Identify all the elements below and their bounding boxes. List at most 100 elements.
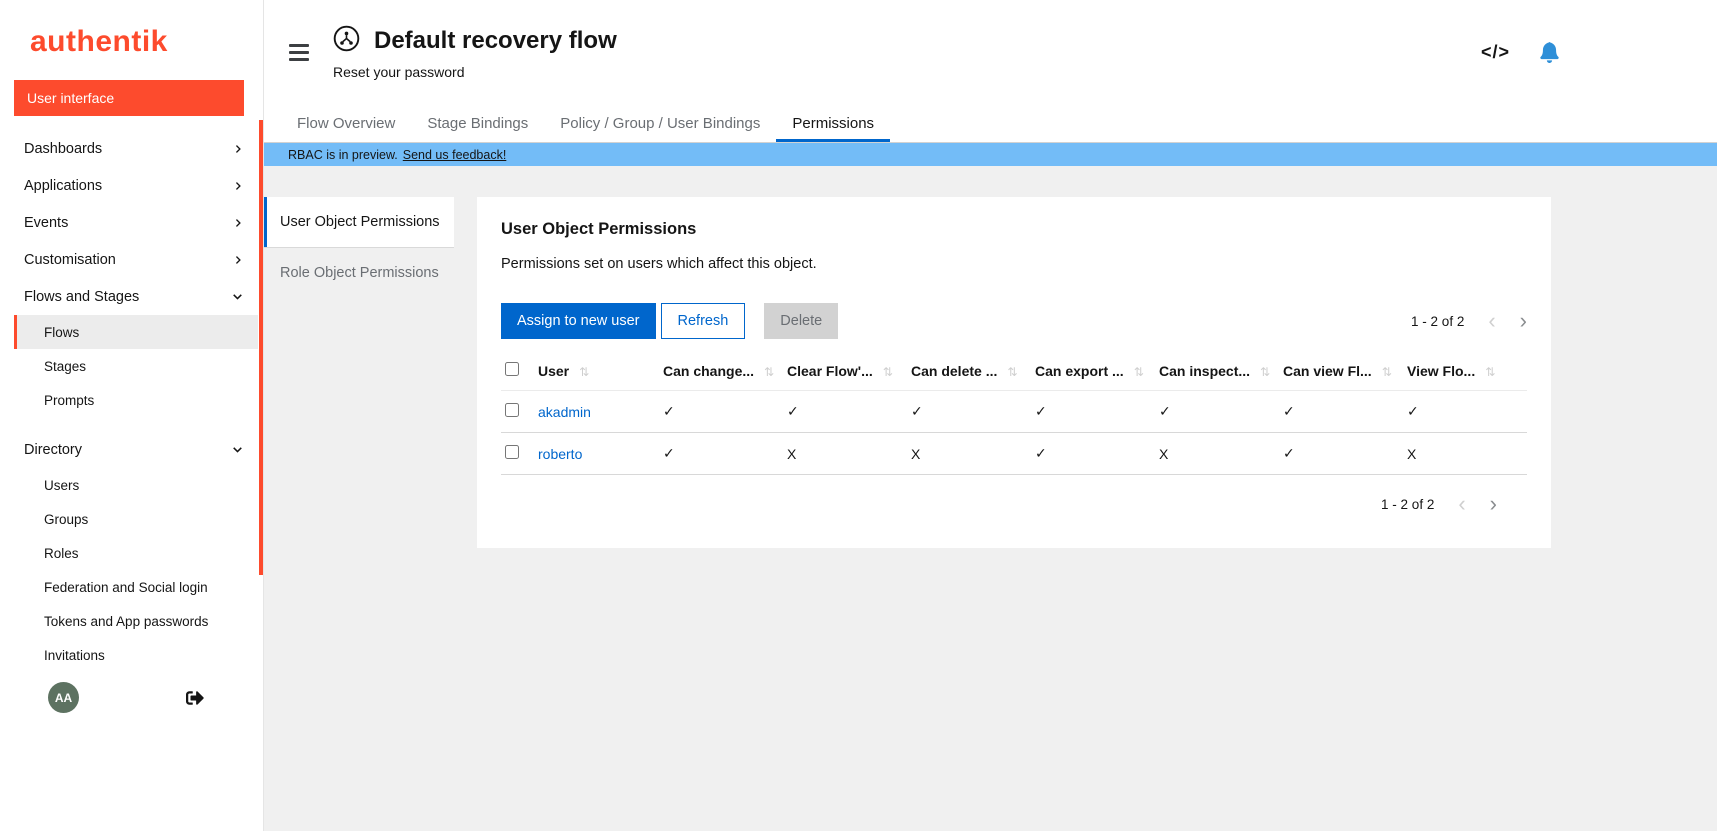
column-header-can-export[interactable]: Can export ... ⇅: [1031, 351, 1155, 391]
panel-title: User Object Permissions: [501, 220, 1527, 239]
permission-value: ✓: [783, 391, 907, 433]
refresh-button[interactable]: Refresh: [661, 303, 746, 339]
user-link[interactable]: roberto: [538, 446, 582, 462]
column-label: Can inspect...: [1159, 363, 1250, 379]
column-header-user[interactable]: User ⇅: [534, 351, 659, 391]
column-label: View Flo...: [1407, 363, 1475, 379]
menu-toggle-button[interactable]: [289, 44, 309, 61]
pagination-range: 1 - 2 of 2: [1411, 314, 1464, 329]
notifications-bell-icon[interactable]: [1540, 42, 1559, 63]
feedback-link[interactable]: Send us feedback!: [403, 148, 507, 162]
sidebar-item-tokens-app-passwords[interactable]: Tokens and App passwords: [14, 604, 258, 638]
column-header-can-change[interactable]: Can change...⇅: [659, 351, 783, 391]
sort-icon[interactable]: ⇅: [1134, 365, 1144, 379]
sidebar-scrollbar[interactable]: [259, 120, 263, 575]
column-label: Can export ...: [1035, 363, 1124, 379]
sidebar-item-roles[interactable]: Roles: [14, 536, 258, 570]
permission-value: ✓: [907, 391, 1031, 433]
user-interface-button[interactable]: User interface: [14, 80, 244, 116]
permissions-table: User ⇅ Can change...⇅ Clear Flow'...⇅ Can…: [501, 351, 1527, 475]
tab-permissions[interactable]: Permissions: [776, 104, 890, 142]
user-link[interactable]: akadmin: [538, 404, 591, 420]
panel-description: Permissions set on users which affect th…: [501, 256, 1527, 272]
permission-value: ✓: [659, 433, 783, 475]
sidebar-item-invitations[interactable]: Invitations: [14, 638, 258, 672]
permission-value: ✓: [1279, 391, 1403, 433]
pagination-next-icon[interactable]: ›: [1520, 310, 1527, 332]
tab-stage-bindings[interactable]: Stage Bindings: [411, 104, 544, 142]
column-header-can-delete[interactable]: Can delete ... ⇅: [907, 351, 1031, 391]
avatar[interactable]: AA: [48, 682, 79, 713]
delete-button[interactable]: Delete: [764, 303, 838, 339]
sort-icon[interactable]: ⇅: [579, 365, 589, 379]
chevron-right-icon: [233, 144, 243, 154]
sort-icon[interactable]: ⇅: [1260, 365, 1270, 379]
pagination-prev-icon[interactable]: ‹: [1458, 493, 1465, 515]
row-checkbox[interactable]: [505, 445, 519, 459]
directory-children: Users Groups Roles Federation and Social…: [0, 468, 263, 672]
permission-value: X: [783, 433, 907, 475]
column-label: Can view Fl...: [1283, 363, 1372, 379]
permission-value: ✓: [1279, 433, 1403, 475]
rbac-preview-banner: RBAC is in preview. Send us feedback!: [264, 143, 1717, 166]
column-header-view-flow[interactable]: View Flo... ⇅: [1403, 351, 1527, 391]
pagination-next-icon[interactable]: ›: [1490, 493, 1497, 515]
sort-icon[interactable]: ⇅: [1485, 365, 1495, 379]
column-header-clear-flow[interactable]: Clear Flow'...⇅: [783, 351, 907, 391]
main: Default recovery flow Reset your passwor…: [264, 0, 1717, 831]
sidebar-item-federation-social-login[interactable]: Federation and Social login: [14, 570, 258, 604]
sidebar-item-applications[interactable]: Applications: [0, 167, 263, 204]
table-row: akadmin ✓ ✓ ✓ ✓ ✓ ✓ ✓: [501, 391, 1527, 433]
sidebar-item-flows[interactable]: Flows: [14, 315, 258, 349]
sidebar-item-stages[interactable]: Stages: [14, 349, 258, 383]
permission-value: ✓: [1031, 433, 1155, 475]
permission-value: X: [1403, 433, 1527, 475]
permission-value: X: [1155, 433, 1279, 475]
sidebar: authentik User interface Dashboards Appl…: [0, 0, 264, 831]
flow-icon: [333, 25, 360, 57]
column-label: User: [538, 363, 569, 379]
chevron-right-icon: [233, 255, 243, 265]
assign-to-new-user-button[interactable]: Assign to new user: [501, 303, 656, 339]
tab-bar: Flow Overview Stage Bindings Policy / Gr…: [264, 104, 1717, 143]
sort-icon[interactable]: ⇅: [1382, 365, 1392, 379]
title-block: Default recovery flow Reset your passwor…: [333, 25, 617, 80]
subnav-user-object-permissions[interactable]: User Object Permissions: [264, 197, 454, 247]
api-code-icon[interactable]: </>: [1481, 42, 1510, 63]
flows-stages-children: Flows Stages Prompts: [0, 315, 263, 417]
sort-icon[interactable]: ⇅: [764, 365, 774, 379]
permission-value: ✓: [1031, 391, 1155, 433]
page-header: Default recovery flow Reset your passwor…: [264, 0, 1717, 104]
permissions-subnav: User Object Permissions Role Object Perm…: [264, 197, 454, 298]
permission-value: ✓: [1155, 391, 1279, 433]
toolbar: Assign to new user Refresh Delete 1 - 2 …: [501, 303, 1527, 339]
tab-flow-overview[interactable]: Flow Overview: [281, 104, 411, 142]
table-header-row: User ⇅ Can change...⇅ Clear Flow'...⇅ Can…: [501, 351, 1527, 391]
row-checkbox[interactable]: [505, 403, 519, 417]
subnav-role-object-permissions[interactable]: Role Object Permissions: [264, 247, 454, 298]
sidebar-item-users[interactable]: Users: [14, 468, 258, 502]
tab-policy-group-user-bindings[interactable]: Policy / Group / User Bindings: [544, 104, 776, 142]
select-all-checkbox[interactable]: [505, 362, 519, 376]
sidebar-item-customisation[interactable]: Customisation: [0, 241, 263, 278]
sidebar-item-groups[interactable]: Groups: [14, 502, 258, 536]
nav-label: Events: [24, 215, 68, 231]
sidebar-item-prompts[interactable]: Prompts: [14, 383, 258, 417]
header-icons: </>: [1481, 42, 1717, 63]
pagination-prev-icon[interactable]: ‹: [1488, 310, 1495, 332]
logout-icon[interactable]: [185, 689, 205, 707]
nav-label: Customisation: [24, 252, 116, 268]
pagination-top: 1 - 2 of 2 ‹ ›: [1411, 310, 1527, 332]
sidebar-item-directory[interactable]: Directory: [0, 431, 263, 468]
sidebar-item-dashboards[interactable]: Dashboards: [0, 130, 263, 167]
sidebar-item-flows-and-stages[interactable]: Flows and Stages: [0, 278, 263, 315]
column-header-can-inspect[interactable]: Can inspect... ⇅: [1155, 351, 1279, 391]
pagination-bottom: 1 - 2 of 2 ‹ ›: [501, 493, 1527, 515]
sidebar-item-events[interactable]: Events: [0, 204, 263, 241]
sort-icon[interactable]: ⇅: [1007, 365, 1017, 379]
column-label: Can delete ...: [911, 363, 997, 379]
sort-icon[interactable]: ⇅: [883, 365, 893, 379]
nav-label: Directory: [24, 442, 82, 458]
column-header-can-view[interactable]: Can view Fl... ⇅: [1279, 351, 1403, 391]
content-area: User Object Permissions Role Object Perm…: [264, 166, 1717, 831]
